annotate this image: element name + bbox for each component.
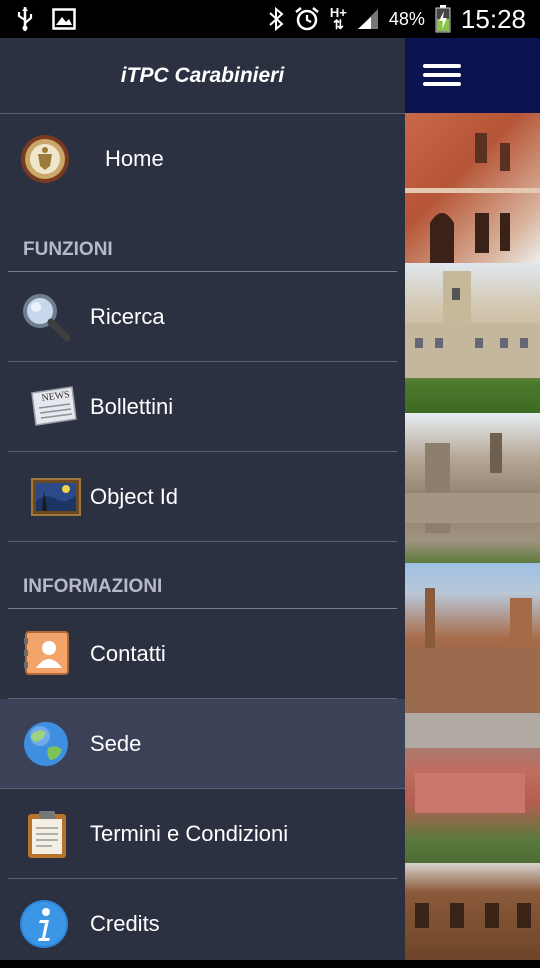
photo-thumbnail[interactable] [405,713,540,863]
nav-label-ricerca: Ricerca [90,303,165,329]
contact-card-icon [24,630,69,675]
action-bar [405,38,540,113]
nav-item-termini[interactable]: Termini e Condizioni [8,789,397,879]
status-bar: H+ ⇅ 48% 15:28 [0,0,540,38]
nav-label-termini: Termini e Condizioni [90,820,289,846]
bluetooth-icon [269,7,284,31]
palace-photo [405,271,540,378]
building-photo [405,133,540,263]
battery-charging-icon [435,5,451,33]
nav-item-object-id[interactable]: Object Id [8,452,397,542]
painting-icon [31,477,81,516]
nav-item-sede[interactable]: Sede [0,699,405,789]
usb-icon [17,7,33,31]
towers-photo [405,588,540,713]
image-icon [52,8,76,30]
nav-label-home: Home [105,146,164,171]
photo-thumbnail[interactable] [405,113,540,263]
nav-item-bollettini[interactable]: NEWS Bollettini [8,362,397,452]
signal-icon [357,9,378,29]
facade-photo [415,903,531,928]
clock: 15:28 [460,3,526,34]
nav-item-home[interactable]: Home [0,114,405,205]
newspaper-icon: NEWS [31,385,77,426]
photo-thumbnail[interactable] [405,563,540,713]
nav-item-credits[interactable]: Credits [8,879,397,968]
photo-thumbnail[interactable] [405,263,540,413]
drawer-title: iTPC Carabinieri [0,38,405,114]
carabinieri-emblem-icon [21,135,69,183]
castle-photo [405,433,540,533]
hamburger-line [423,73,461,77]
nav-label-sede: Sede [90,730,142,756]
navigation-drawer: iTPC Carabinieri Home FUNZIONI Ricerca N… [0,38,405,960]
section-header-informazioni: INFORMAZIONI [23,576,163,597]
main-content-strip [405,38,540,960]
town-photo [405,713,540,813]
nav-label-credits: Credits [90,910,160,936]
photo-thumbnail[interactable] [405,863,540,960]
data-arrows-icon: ⇅ [332,17,344,32]
nav-label-contatti: Contatti [90,640,166,666]
nav-label-bollettini: Bollettini [90,393,174,419]
photo-thumbnail[interactable] [405,413,540,563]
magnifier-icon [23,293,71,341]
clipboard-icon [28,810,66,858]
info-icon [20,899,68,948]
menu-toggle-button[interactable] [423,64,461,86]
globe-icon [24,721,68,766]
alarm-icon [295,7,319,31]
network-type: H+ ⇅ [330,6,347,32]
battery-percent: 48% [388,8,425,29]
hamburger-line [423,64,461,68]
nav-item-ricerca[interactable]: Ricerca [8,272,397,362]
nav-item-contatti[interactable]: Contatti [8,609,397,699]
section-header-funzioni: FUNZIONI [23,239,113,260]
hamburger-line [423,82,461,86]
nav-label-object-id: Object Id [90,483,179,509]
